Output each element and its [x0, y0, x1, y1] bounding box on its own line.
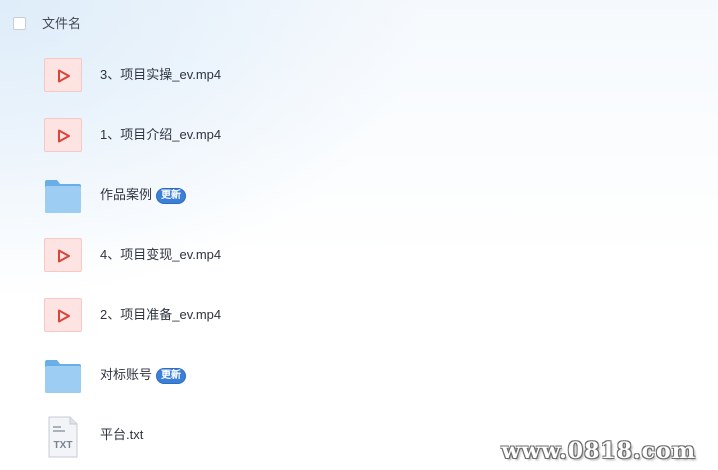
file-row[interactable]: 4、项目变现_ev.mp4 — [0, 230, 718, 280]
column-header-filename[interactable]: 文件名 — [42, 16, 81, 32]
file-row[interactable]: 2、项目准备_ev.mp4 — [0, 290, 718, 340]
file-name[interactable]: 4、项目变现_ev.mp4 — [100, 247, 221, 263]
txt-icon-label: TXT — [54, 440, 73, 451]
file-row[interactable]: 3、项目实操_ev.mp4 — [0, 50, 718, 100]
update-badge: 更新 — [156, 188, 187, 204]
folder-icon — [44, 178, 82, 213]
folder-name[interactable]: 对标账号 更新 — [100, 367, 187, 384]
video-file-icon — [44, 118, 82, 152]
video-file-icon — [44, 298, 82, 332]
video-file-icon — [44, 238, 82, 272]
folder-icon — [44, 358, 82, 393]
file-name[interactable]: 1、项目介绍_ev.mp4 — [100, 127, 221, 143]
file-name[interactable]: 2、项目准备_ev.mp4 — [100, 307, 221, 323]
file-list-header: 文件名 — [0, 12, 718, 38]
txt-file-icon: TXT — [44, 416, 82, 458]
file-name[interactable]: 平台.txt — [100, 427, 143, 443]
folder-row[interactable]: 作品案例 更新 — [0, 170, 718, 220]
file-row[interactable]: 1、项目介绍_ev.mp4 — [0, 110, 718, 160]
video-file-icon — [44, 58, 82, 92]
folder-name[interactable]: 作品案例 更新 — [100, 187, 187, 204]
update-badge: 更新 — [156, 368, 187, 384]
folder-row[interactable]: 对标账号 更新 — [0, 350, 718, 400]
select-all-checkbox[interactable] — [13, 17, 26, 30]
watermark: www.0818.com — [501, 438, 696, 464]
folder-name-text: 对标账号 — [100, 367, 153, 382]
folder-name-text: 作品案例 — [100, 187, 153, 202]
file-name[interactable]: 3、项目实操_ev.mp4 — [100, 67, 221, 83]
